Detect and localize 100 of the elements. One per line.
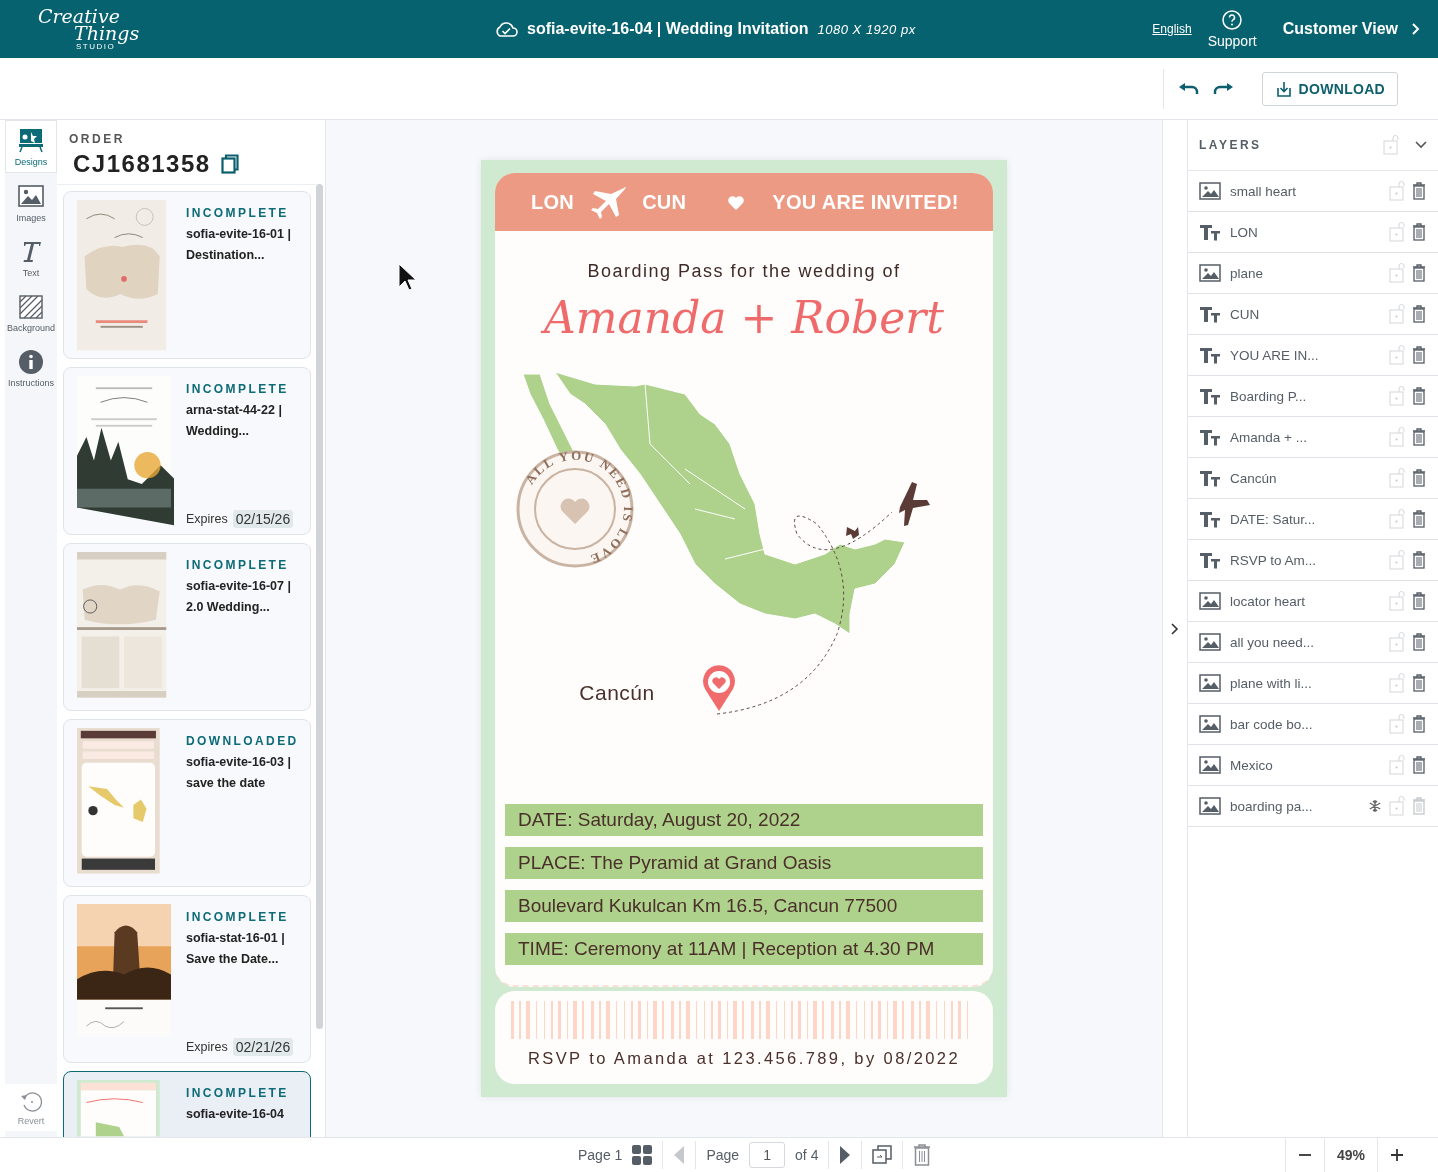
layer-row[interactable]: plane with li... — [1188, 663, 1438, 704]
design-card[interactable]: DOWNLOADED sofia-evite-16-03 | save the date — [63, 719, 311, 887]
layer-row[interactable]: Mexico — [1188, 745, 1438, 786]
detail-bar: TIME: Ceremony at 11AM | Reception at 4.30 PM — [505, 933, 983, 965]
trash-icon[interactable] — [1412, 633, 1426, 651]
trash-icon[interactable] — [1412, 674, 1426, 692]
info-icon — [17, 348, 45, 376]
design-title: sofia-evite-16-04 — [186, 1106, 285, 1123]
trash-icon[interactable] — [1412, 715, 1426, 733]
copy-icon[interactable] — [220, 154, 239, 174]
layer-row[interactable]: LON — [1188, 212, 1438, 253]
duplicate-icon[interactable] — [872, 1145, 893, 1165]
layer-row[interactable]: Amanda + ... — [1188, 417, 1438, 458]
tool-tab[interactable]: Designs — [5, 120, 57, 173]
layer-row[interactable]: RSVP to Am... — [1188, 540, 1438, 581]
text-size-icon — [1199, 387, 1221, 405]
cursor-icon — [397, 262, 417, 292]
detail-bar: PLACE: The Pyramid at Grand Oasis — [505, 847, 983, 879]
image-icon — [1199, 182, 1221, 200]
image-icon — [1199, 756, 1221, 774]
airplane-icon — [899, 482, 930, 526]
trash-icon[interactable] — [1412, 346, 1426, 364]
rsvp-text: RSVP to Amanda at 123.456.789, by 08/2022 — [528, 1049, 960, 1068]
tool-tab[interactable]: Text — [5, 232, 57, 283]
destination-code: CUN — [642, 190, 687, 214]
layer-row[interactable]: boarding pa... — [1188, 786, 1438, 827]
location-pin-icon — [703, 665, 735, 711]
design-title: sofia-stat-16-01 | Save the Date... — [186, 930, 286, 968]
grid-icon[interactable] — [632, 1145, 653, 1165]
chevron-right-icon — [1410, 22, 1420, 36]
layer-row[interactable]: bar code bo... — [1188, 704, 1438, 745]
layer-row[interactable]: DATE: Satur... — [1188, 499, 1438, 540]
design-title: sofia-evite-16-01 | Destination... — [186, 226, 292, 264]
layer-row[interactable]: all you need... — [1188, 622, 1438, 663]
logo-text[interactable]: Things — [74, 24, 140, 43]
tool-tab[interactable]: Images — [5, 177, 57, 228]
logo-text[interactable]: STUDIO — [76, 43, 116, 51]
order-label: ORDER — [69, 132, 126, 146]
image-icon — [1199, 674, 1221, 692]
design-card[interactable]: INCOMPLETE sofia-stat-16-01 | Save the Date... Expires 02/21/26 — [63, 895, 311, 1063]
text-size-icon — [1199, 469, 1221, 487]
page-word: Page — [706, 1147, 740, 1163]
tool-tab[interactable]: Instructions — [5, 342, 57, 393]
chevron-right-icon[interactable] — [1170, 621, 1180, 636]
detail-bar: Boulevard Kukulcan Km 16.5, Cancun 77500 — [505, 890, 983, 922]
text-size-icon — [1199, 223, 1221, 241]
download-icon — [1274, 79, 1293, 98]
language-link[interactable]: English — [1152, 22, 1192, 36]
trash-icon[interactable] — [1412, 551, 1426, 569]
layer-row[interactable]: plane — [1188, 253, 1438, 294]
support-button[interactable]: Support — [1207, 9, 1257, 49]
scrollbar[interactable] — [316, 184, 323, 1029]
heart-icon — [726, 193, 747, 211]
zoom-level: 49% — [1323, 1138, 1378, 1172]
cloud-check-icon — [494, 20, 518, 38]
trash-icon[interactable] — [1412, 510, 1426, 528]
page-input[interactable]: 1 — [749, 1142, 786, 1168]
download-button[interactable]: DOWNLOAD — [1261, 71, 1398, 106]
expiry-date: 02/15/26 — [232, 510, 294, 528]
undo-icon[interactable] — [1177, 81, 1200, 96]
image-icon — [1199, 797, 1221, 815]
help-icon — [1222, 9, 1243, 30]
design-title: sofia-evite-16-03 | save the date — [186, 754, 292, 792]
designs-icon — [17, 127, 45, 155]
panel-title: LAYERS — [1199, 138, 1262, 152]
logo-text[interactable]: Creative — [38, 7, 120, 26]
design-card[interactable]: INCOMPLETE sofia-evite-16-07 | 2.0 Wedding... — [63, 543, 311, 711]
trash-icon[interactable] — [1412, 428, 1426, 446]
zoom-in-icon[interactable] — [1390, 1148, 1404, 1162]
trash-icon[interactable] — [1412, 182, 1426, 200]
trash-icon[interactable] — [1412, 264, 1426, 282]
text-size-icon — [1199, 346, 1221, 364]
design-status: INCOMPLETE — [186, 382, 290, 396]
tool-tab[interactable]: Background — [5, 287, 57, 338]
trash-icon[interactable] — [1412, 469, 1426, 487]
next-page-icon[interactable] — [839, 1145, 852, 1165]
layer-row[interactable]: locator heart — [1188, 581, 1438, 622]
expires-label: Expires — [186, 512, 228, 526]
design-status: INCOMPLETE — [186, 206, 290, 220]
snowflake-icon[interactable] — [1368, 799, 1382, 813]
design-card[interactable]: INCOMPLETE sofia-evite-16-01 | Destination... — [63, 191, 311, 359]
order-number: CJ1681358 — [73, 150, 211, 178]
layer-row[interactable]: CUN — [1188, 294, 1438, 335]
layer-row[interactable]: Cancún — [1188, 458, 1438, 499]
layer-row[interactable]: Boarding P... — [1188, 376, 1438, 417]
trash-icon[interactable] — [1412, 592, 1426, 610]
design-card[interactable]: INCOMPLETE arna-stat-44-22 | Wedding... Expires 02/15/26 — [63, 367, 311, 535]
expires-label: Expires — [186, 1040, 228, 1054]
layer-row[interactable]: YOU ARE IN... — [1188, 335, 1438, 376]
trash-icon[interactable] — [1412, 756, 1426, 774]
redo-icon[interactable] — [1211, 81, 1234, 96]
trash-icon[interactable] — [1412, 223, 1426, 241]
design-card[interactable]: INCOMPLETE sofia-evite-16-04 — [63, 1071, 311, 1137]
trash-icon[interactable] — [913, 1144, 932, 1166]
chevron-down-icon[interactable] — [1414, 140, 1428, 150]
design-status: INCOMPLETE — [186, 910, 290, 924]
trash-icon[interactable] — [1412, 305, 1426, 323]
customer-view-button[interactable]: Customer View — [1282, 20, 1420, 38]
trash-icon[interactable] — [1412, 387, 1426, 405]
layer-row[interactable]: small heart — [1188, 171, 1438, 212]
